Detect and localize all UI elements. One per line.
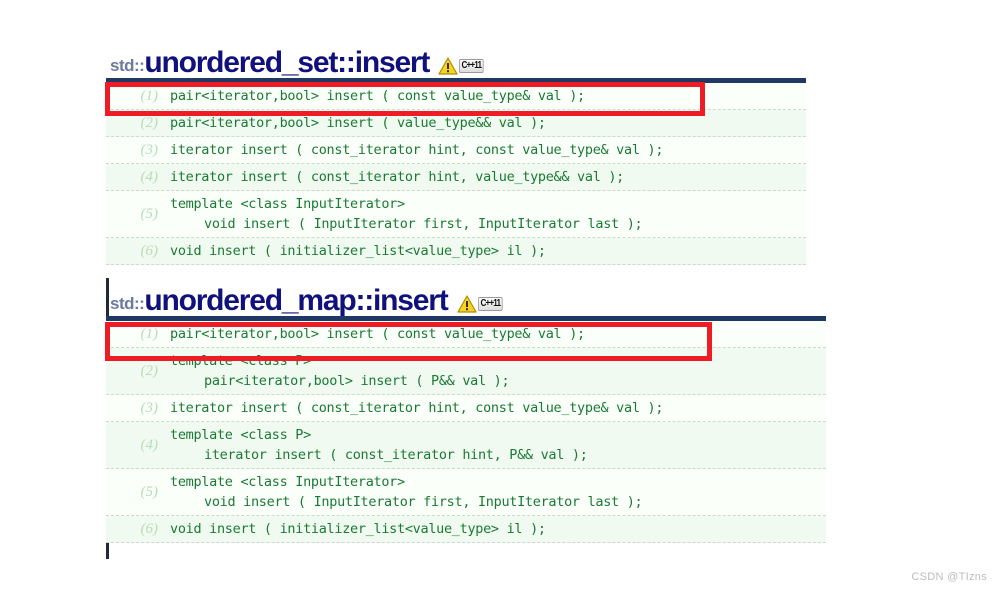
- table-row: (2) pair<iterator,bool> insert ( value_t…: [106, 110, 806, 137]
- row-code: iterator insert ( const_iterator hint, c…: [170, 400, 664, 416]
- row-code-line-2: pair<iterator,bool> insert ( P&& val );: [204, 373, 510, 389]
- cpp11-badge: C++11: [438, 57, 489, 75]
- row-number: (5): [140, 205, 159, 222]
- row-code: iterator insert ( const_iterator hint, c…: [170, 142, 664, 158]
- signature-table-unordered-set: (1) pair<iterator,bool> insert ( const v…: [106, 78, 806, 265]
- table-row: (1) pair<iterator,bool> insert ( const v…: [106, 321, 826, 348]
- row-number: (2): [140, 362, 159, 379]
- section-unordered-map-insert: std:: unordered_map::insert C++11 (1) pa…: [106, 276, 826, 559]
- table-row: (3) iterator insert ( const_iterator hin…: [106, 395, 826, 422]
- title-main-text: unordered_set::insert: [144, 46, 430, 79]
- row-code: template <class InputIterator> void inser…: [170, 469, 826, 515]
- row-code: pair<iterator,bool> insert ( const value…: [170, 88, 585, 104]
- row-code: pair<iterator,bool> insert ( const value…: [170, 326, 585, 342]
- row-code-line-2: iterator insert ( const_iterator hint, P…: [204, 447, 588, 463]
- page-title-unordered-map: std:: unordered_map::insert C++11: [106, 276, 826, 316]
- table-row: (4) iterator insert ( const_iterator hin…: [106, 164, 806, 191]
- signature-table-unordered-map: (1) pair<iterator,bool> insert ( const v…: [106, 316, 826, 543]
- table-row: (2) template <class P> pair<iterator,bool…: [106, 348, 826, 395]
- row-number: (1): [140, 325, 159, 342]
- row-code: void insert ( initializer_list<value_typ…: [170, 243, 546, 259]
- row-number: (5): [140, 483, 159, 500]
- warning-triangle-icon: [438, 57, 458, 75]
- row-number: (4): [140, 168, 159, 185]
- table-row: (6) void insert ( initializer_list<value…: [106, 516, 826, 543]
- table-row: (5) template <class InputIterator> void i…: [106, 191, 806, 238]
- title-namespace-prefix: std::: [110, 294, 145, 313]
- row-code: template <class P> pair<iterator,bool> in…: [170, 348, 826, 394]
- table-row: (4) template <class P> iterator insert ( …: [106, 422, 826, 469]
- table-row: (1) pair<iterator,bool> insert ( const v…: [106, 83, 806, 110]
- table-row: (6) void insert ( initializer_list<value…: [106, 238, 806, 265]
- page-title-unordered-set: std:: unordered_set::insert C++11: [106, 38, 806, 78]
- row-code-line-1: template <class InputIterator>: [170, 474, 405, 490]
- warning-triangle-icon: [456, 295, 477, 313]
- cpp11-badge: C++11: [456, 295, 508, 313]
- title-namespace-prefix: std::: [110, 56, 145, 75]
- row-code: iterator insert ( const_iterator hint, v…: [170, 169, 625, 185]
- row-number: (4): [140, 436, 159, 453]
- row-number: (2): [140, 114, 159, 131]
- row-number: (3): [140, 399, 159, 416]
- section-unordered-set-insert: std:: unordered_set::insert C++11 (1) pa…: [106, 38, 806, 265]
- watermark: CSDN @TIzns: [911, 571, 987, 583]
- page-root: std:: unordered_set::insert C++11 (1) pa…: [0, 0, 1001, 591]
- row-code: template <class P> iterator insert ( cons…: [170, 422, 826, 468]
- title-main-text: unordered_map::insert: [144, 284, 448, 317]
- cpp11-badge-label: C++11: [459, 59, 484, 73]
- row-number: (3): [140, 141, 159, 158]
- table-row: (3) iterator insert ( const_iterator hin…: [106, 137, 806, 164]
- table-row: (5) template <class InputIterator> void i…: [106, 469, 826, 516]
- row-code-line-2: void insert ( InputIterator first, Input…: [204, 494, 643, 510]
- row-code: template <class InputIterator> void inser…: [170, 191, 806, 237]
- row-code-line-1: template <class InputIterator>: [170, 196, 405, 212]
- row-number: (6): [140, 520, 159, 537]
- row-code-line-1: template <class P>: [170, 353, 311, 369]
- row-code-line-1: template <class P>: [170, 427, 311, 443]
- row-code: pair<iterator,bool> insert ( value_type&…: [170, 115, 546, 131]
- row-number: (1): [140, 87, 159, 104]
- cpp11-badge-label: C++11: [477, 297, 503, 311]
- row-number: (6): [140, 242, 159, 259]
- row-code-line-2: void insert ( InputIterator first, Input…: [204, 216, 643, 232]
- row-code: void insert ( initializer_list<value_typ…: [170, 521, 546, 537]
